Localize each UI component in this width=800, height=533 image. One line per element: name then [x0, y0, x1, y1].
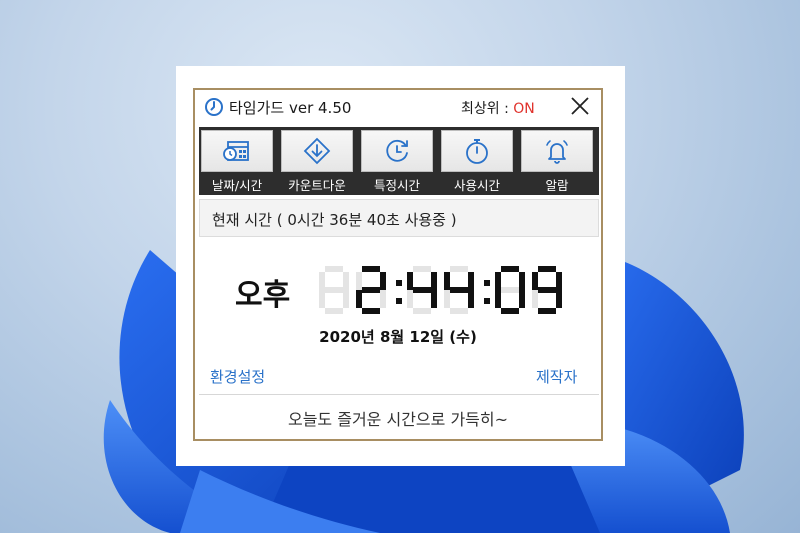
clock-segment [556, 272, 562, 290]
clock-segment [380, 272, 386, 290]
tool-icon-box [441, 130, 513, 172]
clock-segment [325, 287, 343, 293]
timeguard-window: 타임가드 ver 4.50 최상위 : ON 날짜/시간 카운트다운 특정시간 … [176, 66, 625, 466]
tool-specific-time[interactable]: 특정시간 [359, 130, 435, 193]
close-icon[interactable] [569, 95, 591, 117]
clock-segment [380, 290, 386, 308]
clock-segment [444, 272, 450, 290]
clock-refresh-icon [386, 139, 408, 162]
countdown-arrow-icon [303, 137, 331, 165]
tool-label: 사용시간 [453, 178, 500, 193]
clock-segment [325, 266, 343, 272]
clock-segment [431, 272, 437, 290]
clock-colon [396, 280, 402, 286]
clock-segment [362, 308, 380, 314]
app-title: 타임가드 ver 4.50 [229, 99, 352, 117]
clock-segment [501, 308, 519, 314]
clock-segment [343, 290, 349, 308]
clock-segment [495, 272, 501, 290]
topmost-value: ON [513, 101, 535, 117]
clock-colon [396, 298, 402, 304]
clock-segment [495, 290, 501, 308]
clock-segment [532, 290, 538, 308]
clock-segment [362, 287, 380, 293]
clock-segment [468, 290, 474, 308]
clock-colon [484, 298, 490, 304]
clock-segment [450, 308, 468, 314]
clock-segment [319, 272, 325, 290]
clock-segment [501, 266, 519, 272]
clock-segment [519, 272, 525, 290]
tool-alarm[interactable]: 알람 [519, 130, 595, 193]
topmost-label: 최상위 : [461, 101, 514, 117]
stopwatch-icon [466, 139, 488, 164]
clock-segment [356, 272, 362, 290]
clock-segment [444, 290, 450, 308]
digital-clock [319, 266, 562, 314]
tool-usage-time[interactable]: 사용시간 [439, 130, 515, 193]
always-on-top-toggle[interactable]: 최상위 : ON [461, 98, 535, 118]
author-link[interactable]: 제작자 [536, 366, 577, 387]
clock-segment [519, 290, 525, 308]
tool-icon-box [201, 130, 273, 172]
toolbar: 날짜/시간 카운트다운 특정시간 사용시간 알람 [199, 127, 599, 195]
clock-segment [413, 266, 431, 272]
ampm-indicator: 오후 [235, 278, 291, 313]
tool-label: 특정시간 [373, 178, 420, 193]
clock-segment [407, 272, 413, 290]
tool-icon-box [361, 130, 433, 172]
divider [199, 394, 599, 395]
clock-segment [413, 308, 431, 314]
window-frame: 타임가드 ver 4.50 최상위 : ON 날짜/시간 카운트다운 특정시간 … [193, 88, 603, 441]
settings-link[interactable]: 환경설정 [210, 366, 265, 387]
tool-date-time[interactable]: 날짜/시간 [199, 130, 275, 193]
clock-segment [538, 287, 556, 293]
footer-message: 오늘도 즐거운 시간으로 가득히~ [287, 410, 509, 429]
tool-icon-box [521, 130, 593, 172]
clock-segment [556, 290, 562, 308]
tool-countdown[interactable]: 카운트다운 [279, 130, 355, 193]
clock-segment [362, 266, 380, 272]
clock-segment [431, 290, 437, 308]
clock-segment [356, 290, 362, 308]
status-bar: 현재 시간 ( 0시간 36분 40초 사용중 ) [199, 199, 599, 237]
clock-app-icon [205, 98, 223, 116]
clock-segment [501, 287, 519, 293]
tool-icon-box [281, 130, 353, 172]
clock-segment [325, 308, 343, 314]
clock-segment [319, 290, 325, 308]
usage-status-text: 현재 시간 ( 0시간 36분 40초 사용중 ) [212, 211, 457, 229]
clock-segment [407, 290, 413, 308]
date-display: 2020년 8월 12일 (수) [319, 328, 477, 346]
title-bar[interactable]: 타임가드 ver 4.50 최상위 : ON [195, 90, 601, 124]
tool-label: 날짜/시간 [211, 178, 263, 193]
clock-segment [538, 266, 556, 272]
clock-colon [484, 280, 490, 286]
calendar-clock-icon [223, 141, 249, 161]
clock-segment [468, 272, 474, 290]
bell-icon [546, 140, 568, 164]
clock-segment [450, 287, 468, 293]
tool-label: 카운트다운 [288, 178, 346, 193]
clock-segment [450, 266, 468, 272]
clock-segment [413, 287, 431, 293]
clock-segment [532, 272, 538, 290]
clock-segment [343, 272, 349, 290]
tool-label: 알람 [545, 178, 569, 193]
clock-segment [538, 308, 556, 314]
